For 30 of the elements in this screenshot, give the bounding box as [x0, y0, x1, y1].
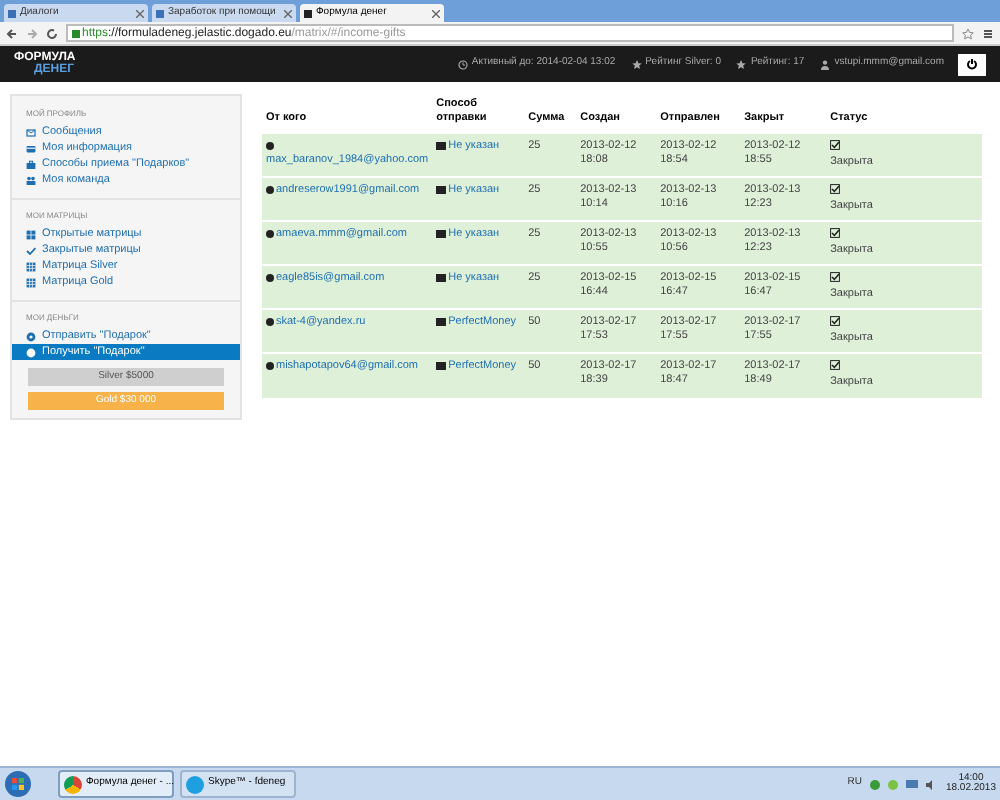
- network-icon[interactable]: [905, 779, 918, 789]
- grid-icon: [26, 261, 36, 271]
- user-icon: [820, 59, 831, 69]
- envelope-icon: [26, 127, 36, 137]
- close-icon[interactable]: [432, 9, 440, 17]
- page-icon: [304, 9, 312, 17]
- star-icon[interactable]: [962, 27, 974, 39]
- power-button[interactable]: [958, 53, 986, 75]
- close-icon[interactable]: [284, 9, 292, 17]
- power-icon: [966, 58, 978, 70]
- start-button[interactable]: [4, 770, 32, 798]
- lock-icon: [72, 29, 80, 37]
- forward-icon[interactable]: [26, 27, 38, 39]
- app-icon: [186, 775, 204, 793]
- menu-icon[interactable]: [982, 27, 994, 39]
- app-icon: [64, 775, 82, 793]
- grid-icon: [26, 277, 36, 287]
- reload-icon[interactable]: [46, 27, 58, 39]
- clock-icon: [457, 59, 468, 69]
- star-icon: [631, 59, 642, 69]
- people-icon: [26, 175, 36, 185]
- volume-icon[interactable]: [925, 779, 938, 789]
- card-icon: [26, 143, 36, 153]
- close-icon[interactable]: [136, 9, 144, 17]
- tiles-icon: [26, 229, 36, 239]
- check-icon: [26, 245, 36, 255]
- page-icon: [8, 9, 16, 17]
- page-icon: [156, 9, 164, 17]
- star-icon: [736, 59, 747, 69]
- back-icon[interactable]: [6, 27, 18, 39]
